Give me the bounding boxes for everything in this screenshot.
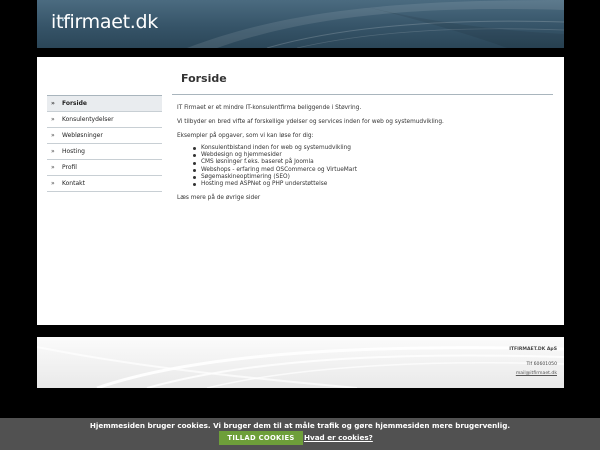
sidebar-item-label: Forside <box>62 100 87 107</box>
footer-phone: Tlf 60601050 <box>526 362 557 367</box>
list-item: Søgemaskineoptimering (SEO) <box>193 174 552 181</box>
sidebar-item-kontakt[interactable]: » Kontakt <box>47 176 162 192</box>
accept-cookies-button[interactable]: TILLAD COOKIES <box>219 431 303 445</box>
site-header: itfirmaet.dk <box>37 0 564 48</box>
footer-contact: ITFIRMAET.DK ApS Tlf 60601050 mail@itfir… <box>509 345 557 378</box>
intro-text: IT Firmaet er et mindre IT-konsulentfirm… <box>177 105 362 111</box>
bullet-icon: » <box>51 164 55 171</box>
bullet-icon: » <box>51 116 55 123</box>
footer-swoosh-decoration <box>37 346 564 388</box>
content-panel: Forside » Forside » Konsulentydelser » W… <box>37 57 564 325</box>
footer-email-link[interactable]: mail@itfirmaet.dk <box>516 371 557 376</box>
bullet-icon: » <box>51 100 55 107</box>
list-item: CMS løsninger f.eks. baseret på Joomla <box>193 159 552 166</box>
cookie-consent-bar: Hjemmesiden bruger cookies. Vi bruger de… <box>0 418 600 450</box>
site-logo[interactable]: itfirmaet.dk <box>51 11 158 33</box>
sidebar-item-label: Hosting <box>62 148 85 155</box>
services-text: Vi tilbyder en bred vifte af forskellige… <box>177 119 444 125</box>
cookie-message: Hjemmesiden bruger cookies. Vi bruger de… <box>89 421 511 430</box>
sidebar-item-label: Konsulentydelser <box>62 116 114 123</box>
sidebar-item-profil[interactable]: » Profil <box>47 160 162 176</box>
list-item: Hosting med ASPNet og PHP understøttelse <box>193 181 552 188</box>
sidebar-nav: » Forside » Konsulentydelser » Webløsnin… <box>47 95 162 192</box>
examples-list: Konsulentbistand inden for web og system… <box>193 145 552 188</box>
sidebar-item-label: Kontakt <box>62 180 85 187</box>
cookie-info-link[interactable]: Hvad er cookies? <box>304 433 373 442</box>
examples-heading: Eksempler på opgaver, som vi kan løse fo… <box>177 133 314 139</box>
sidebar-item-forside[interactable]: » Forside <box>47 96 162 112</box>
bullet-icon: » <box>51 132 55 139</box>
bullet-icon: » <box>51 180 55 187</box>
title-divider <box>172 94 553 95</box>
page-title: Forside <box>181 72 227 85</box>
main-content: IT Firmaet er et mindre IT-konsulentfirm… <box>177 104 552 208</box>
list-item: Webshops - erfaring med OSCommerce og Vi… <box>193 167 552 174</box>
bullet-icon: » <box>51 148 55 155</box>
site-footer: ITFIRMAET.DK ApS Tlf 60601050 mail@itfir… <box>37 337 564 388</box>
footer-company-name: ITFIRMAET.DK ApS <box>509 347 557 352</box>
sidebar-item-weblosninger[interactable]: » Webløsninger <box>47 128 162 144</box>
sidebar-item-hosting[interactable]: » Hosting <box>47 144 162 160</box>
read-more-text: Læs mere på de øvrige sider <box>177 195 261 202</box>
list-item: Konsulentbistand inden for web og system… <box>193 145 552 152</box>
sidebar-item-label: Webløsninger <box>62 132 103 139</box>
sidebar-item-konsulentydelser[interactable]: » Konsulentydelser <box>47 112 162 128</box>
sidebar-item-label: Profil <box>62 164 77 171</box>
